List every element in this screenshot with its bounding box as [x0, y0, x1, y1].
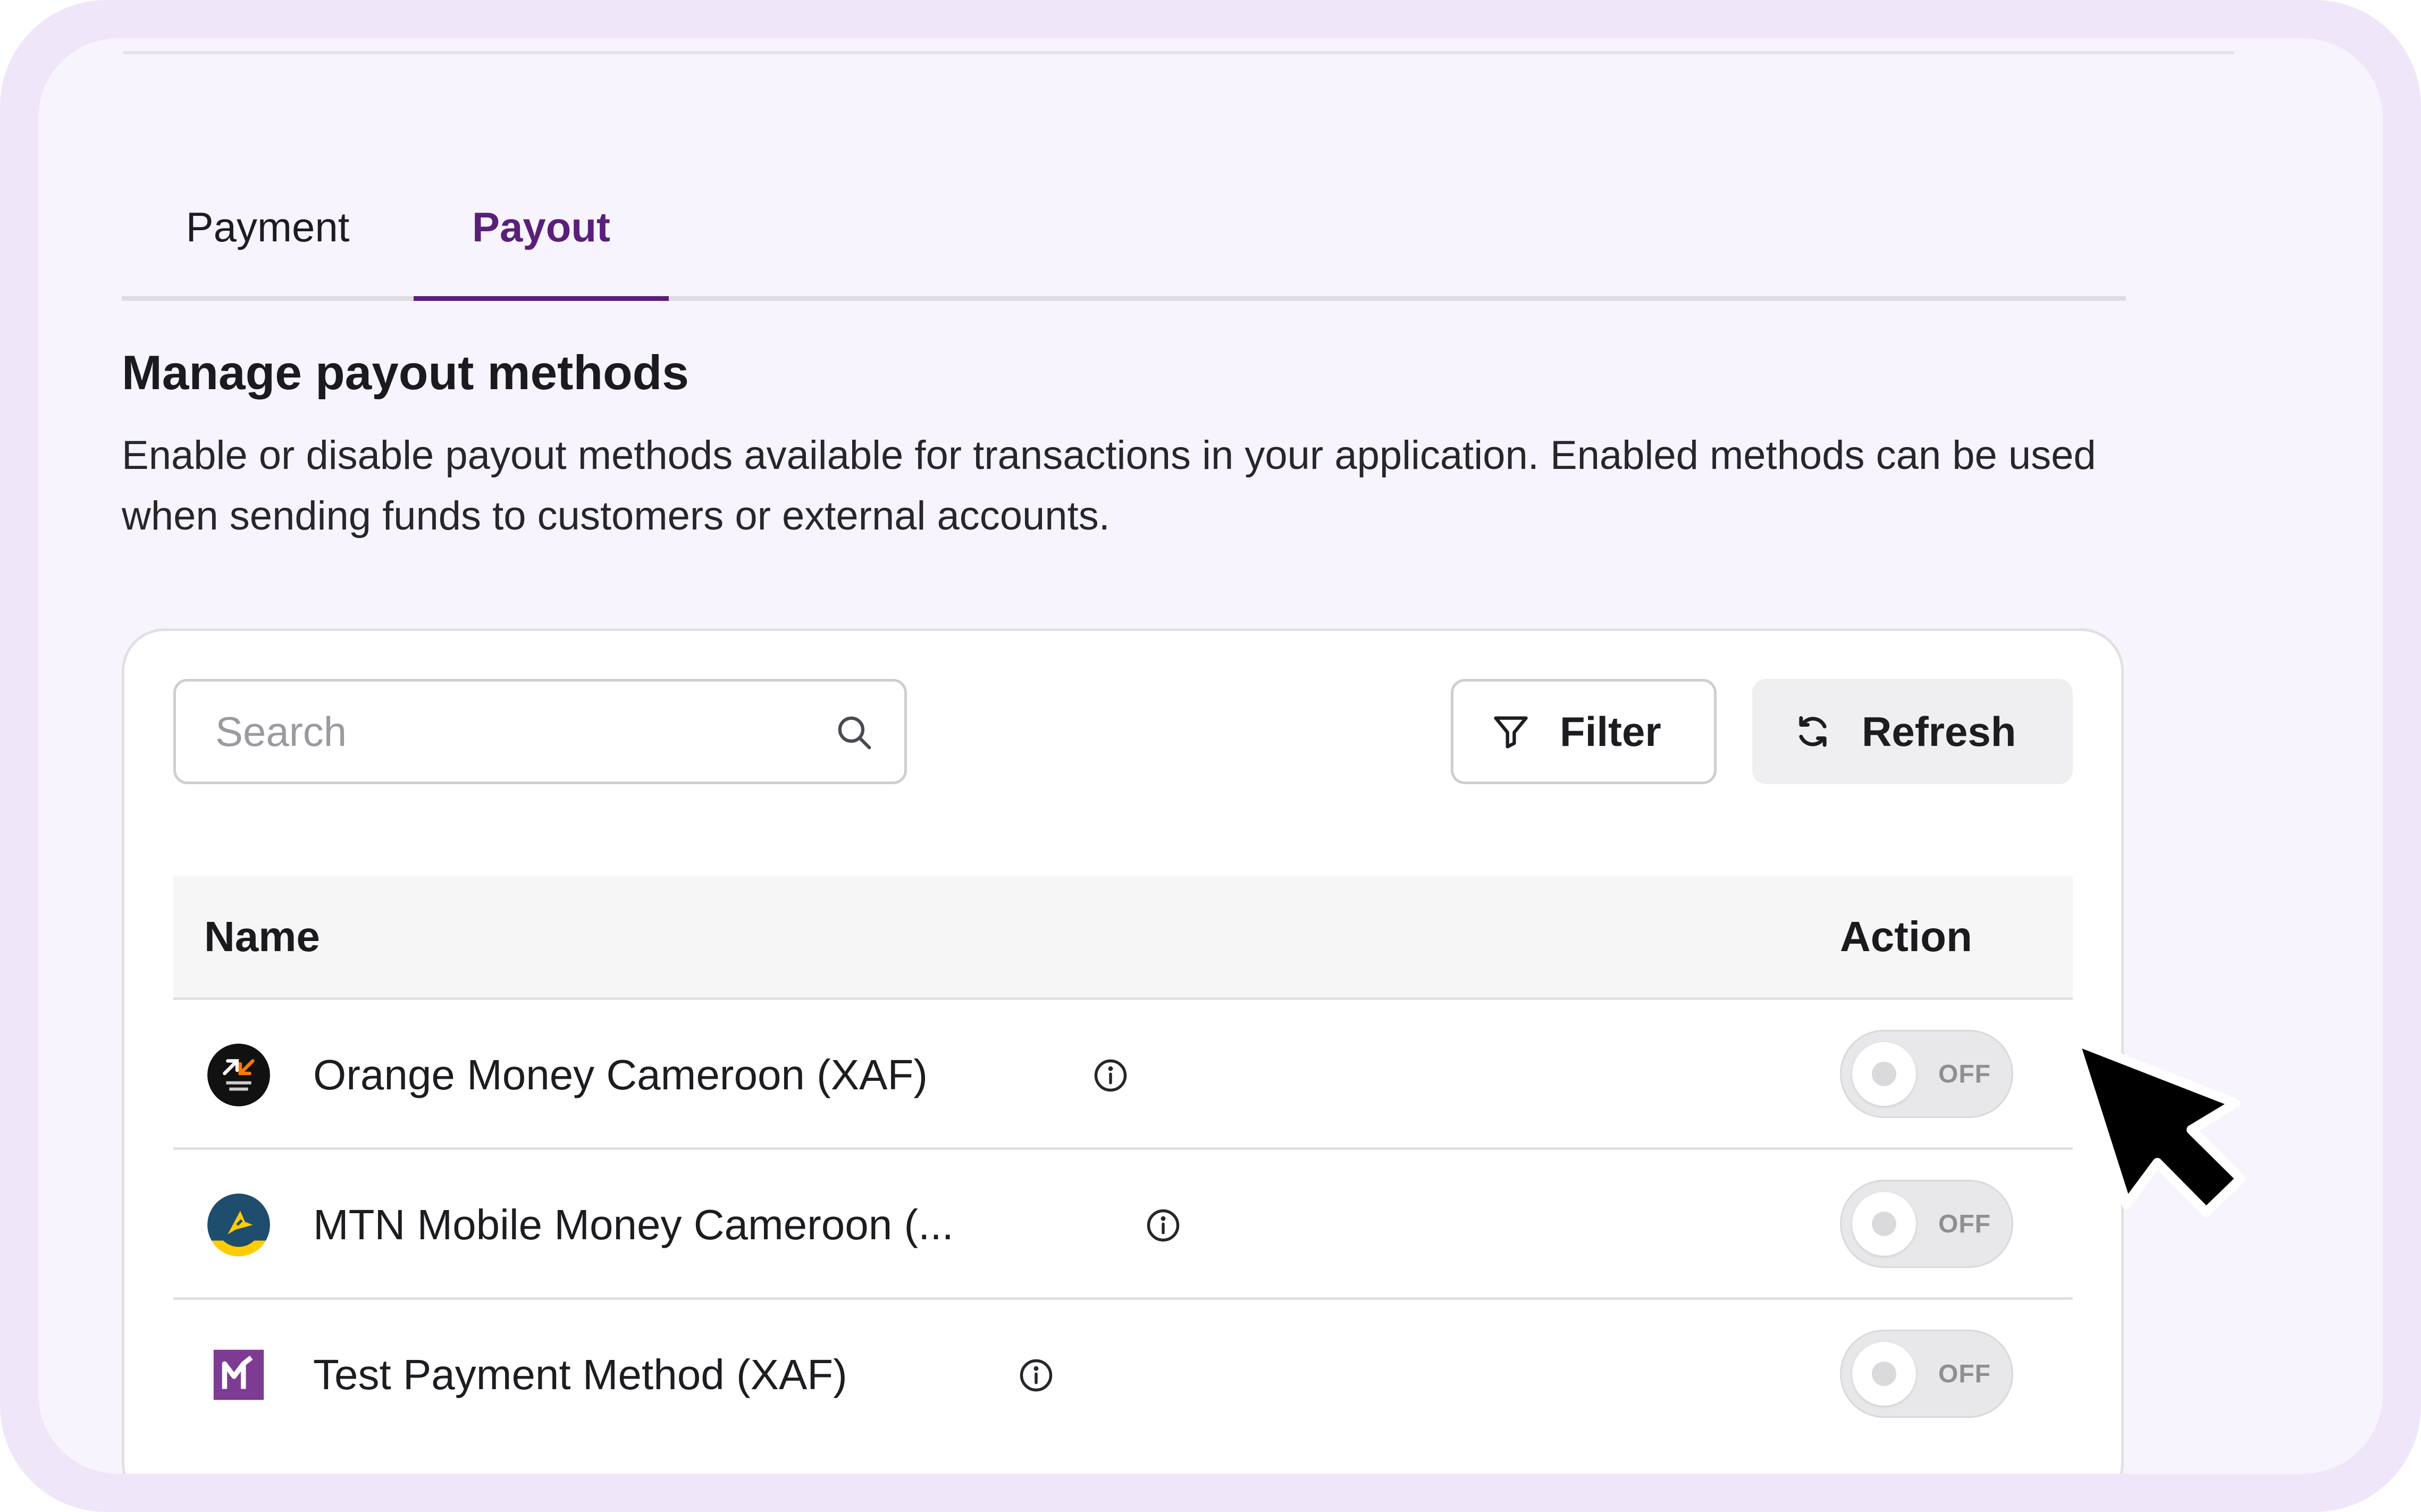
page-panel: Payment Payout Manage payout methods Ena… [38, 38, 2383, 1474]
refresh-button-label: Refresh [1862, 708, 2016, 755]
toggle-knob [1852, 1342, 1916, 1406]
app-frame: Payment Payout Manage payout methods Ena… [0, 0, 2421, 1512]
tab-payout[interactable]: Payout [414, 158, 669, 301]
refresh-icon [1799, 716, 1827, 747]
tab-payout-label: Payout [472, 204, 611, 250]
filter-button-label: Filter [1560, 708, 1661, 755]
toggle-knob [1852, 1192, 1916, 1256]
toggle-knob [1852, 1042, 1916, 1106]
mouse-pointer-icon [2070, 1036, 2246, 1217]
search-box[interactable] [173, 679, 907, 784]
enable-toggle[interactable]: OFF [1840, 1330, 2013, 1418]
test-method-logo [207, 1343, 270, 1406]
search-input[interactable] [214, 707, 775, 757]
toggle-state-label: OFF [1938, 1359, 1991, 1388]
enable-toggle[interactable]: OFF [1840, 1030, 2013, 1118]
info-icon[interactable] [1146, 1208, 1181, 1243]
filter-icon [1494, 716, 1528, 749]
payout-methods-card: Filter Refresh Name Action [122, 628, 2124, 1474]
info-icon[interactable] [1093, 1058, 1128, 1093]
table-header: Name Action [173, 876, 2073, 1000]
toggle-state-label: OFF [1938, 1060, 1991, 1088]
refresh-button[interactable]: Refresh [1752, 679, 2073, 784]
filter-button[interactable]: Filter [1451, 679, 1717, 784]
toggle-state-label: OFF [1938, 1209, 1991, 1238]
method-name: MTN Mobile Money Cameroon (... [313, 1201, 954, 1248]
tab-bar: Payment Payout [122, 158, 2126, 301]
table-row: MTN Mobile Money Cameroon (... OFF [173, 1150, 2073, 1300]
page-description: Enable or disable payout methods availab… [122, 433, 2096, 539]
column-header-name: Name [204, 912, 320, 960]
method-name: Orange Money Cameroon (XAF) [313, 1051, 928, 1098]
table-row: Orange Money Cameroon (XAF) OFF [173, 1000, 2073, 1150]
method-name: Test Payment Method (XAF) [313, 1351, 847, 1398]
page-title: Manage payout methods [122, 346, 689, 400]
enable-toggle[interactable]: OFF [1840, 1180, 2013, 1268]
tab-payment[interactable]: Payment [122, 158, 414, 296]
table-row: Test Payment Method (XAF) OFF [173, 1300, 2073, 1450]
column-header-action: Action [1840, 912, 1972, 960]
header-divider [123, 51, 2234, 54]
mtn-mobile-money-logo [207, 1194, 270, 1256]
orange-money-logo [207, 1044, 270, 1106]
active-tab-indicator [414, 296, 669, 301]
info-icon[interactable] [1019, 1358, 1054, 1393]
search-icon[interactable] [834, 712, 873, 752]
